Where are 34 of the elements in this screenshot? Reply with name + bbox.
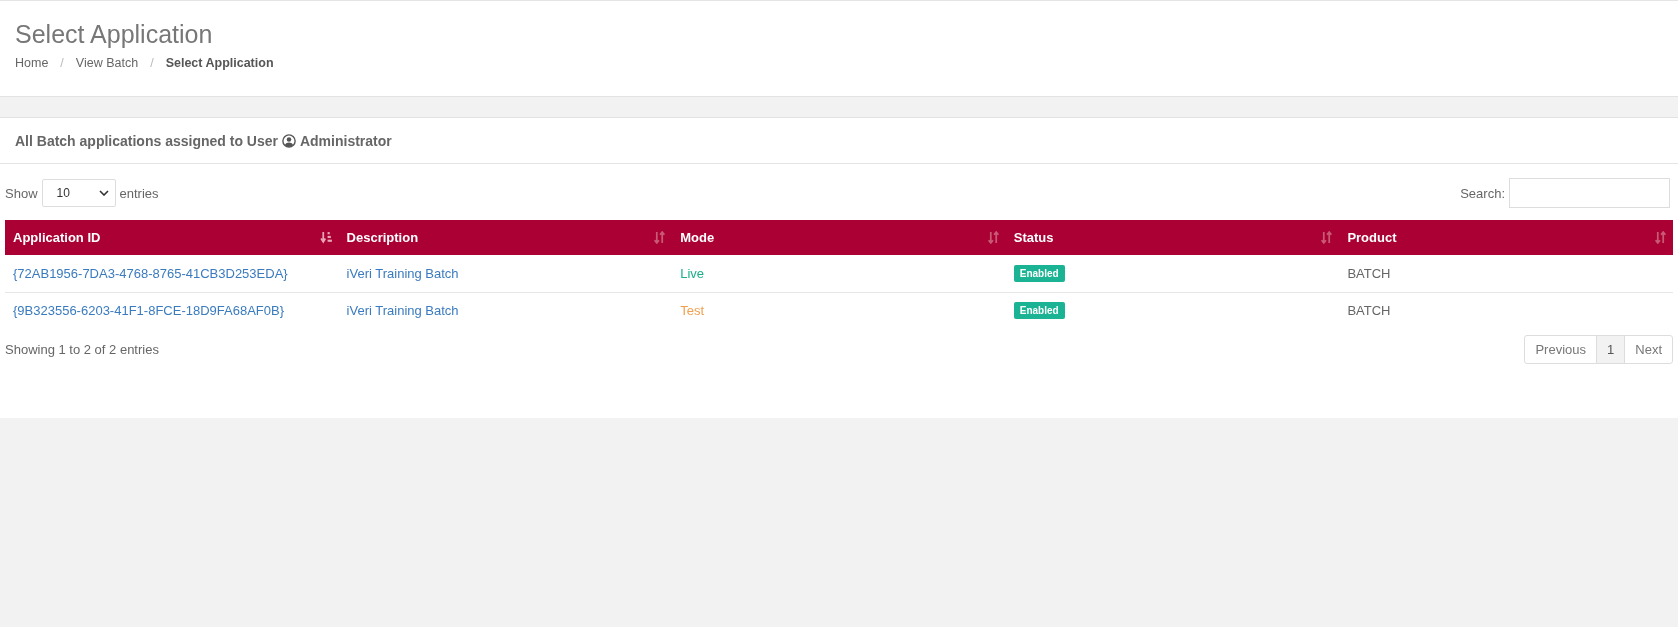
table-cell: BATCH [1347, 303, 1391, 319]
status-badge: Enabled [1013, 264, 1065, 282]
mode-text: Live [680, 265, 705, 281]
column-header[interactable]: Status [1005, 220, 1340, 255]
entries-label: entries [119, 185, 159, 201]
page-button[interactable]: Next [1624, 335, 1673, 364]
mode-text: Test [680, 303, 705, 319]
breadcrumb-current: Select Application [165, 56, 274, 70]
page-button[interactable]: 1 [1596, 335, 1626, 364]
breadcrumb-link[interactable]: Home [15, 56, 49, 70]
caret-icon [98, 190, 109, 196]
breadcrumb-link[interactable]: View Batch [75, 56, 139, 70]
search-label: Search: [1460, 185, 1505, 201]
breadcrumb-separator: / [60, 56, 64, 70]
column-header[interactable]: Mode [672, 220, 1006, 255]
column-header[interactable]: Description [338, 220, 673, 255]
show-label: Show [5, 185, 38, 201]
page-title: Select Application [15, 19, 214, 50]
column-header[interactable]: Application ID [5, 220, 339, 255]
application-id-link[interactable]: {72AB1956-7DA3-4768-8765-41CB3D253EDA} [13, 265, 288, 281]
user-circle-icon [281, 133, 296, 148]
table-cell: BATCH [1347, 265, 1391, 281]
panel-title-text: All Batch applications assigned to User [15, 132, 278, 149]
breadcrumb-separator: / [150, 56, 154, 70]
entries-select[interactable]: 10 [41, 179, 116, 207]
user-name: Administrator [299, 132, 392, 149]
description-link[interactable]: iVeri Training Batch [346, 303, 459, 319]
status-badge: Enabled [1013, 302, 1065, 320]
page-button[interactable]: Previous [1524, 335, 1598, 364]
application-id-link[interactable]: {9B323556-6203-41F1-8FCE-18D9FA68AF0B} [13, 303, 284, 319]
table-info: Showing 1 to 2 of 2 entries [5, 342, 159, 357]
column-header[interactable]: Product [1339, 220, 1673, 255]
search-field[interactable] [1509, 178, 1670, 208]
description-link[interactable]: iVeri Training Batch [346, 265, 459, 281]
